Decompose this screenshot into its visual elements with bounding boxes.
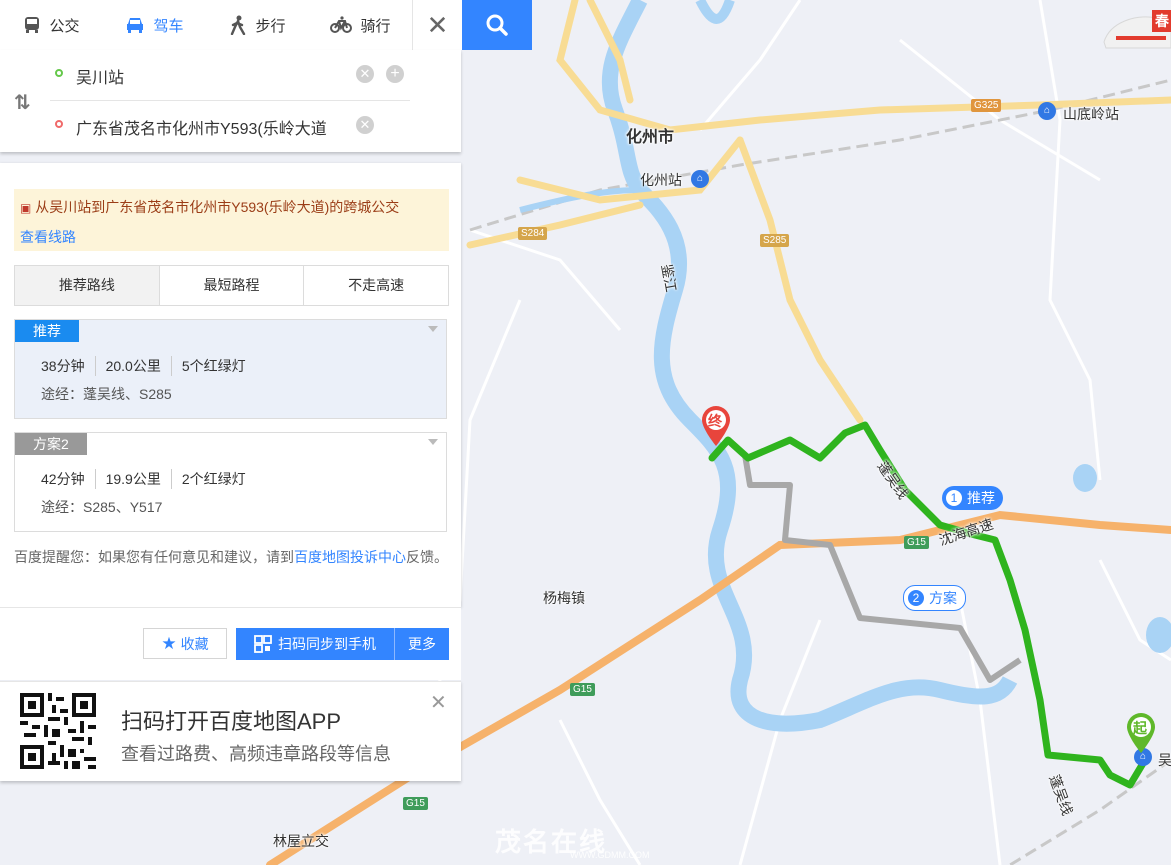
add-waypoint-icon[interactable]: +: [386, 65, 404, 83]
tab-drive[interactable]: 驾车: [103, 0, 206, 50]
plan-distance: 19.9公里: [94, 469, 171, 489]
view-route-link[interactable]: 查看线路: [20, 227, 76, 247]
route-badge-recommended[interactable]: 1 推荐: [942, 486, 1003, 510]
travel-mode-bar: 公交 驾车 步行 骑行: [0, 0, 412, 50]
walk-icon: [231, 15, 246, 35]
route-results-panel: ▣ 从吴川站到广东省茂名市化州市Y593(乐岭大道)的跨城公交 查看线路 推荐路…: [0, 163, 461, 607]
plan-time: 38分钟: [41, 358, 85, 374]
end-marker-label: 终: [708, 413, 722, 429]
close-icon: ✕: [426, 9, 449, 40]
tab-no-highway[interactable]: 不走高速: [304, 266, 448, 305]
map-label-city: 化州市: [626, 129, 675, 146]
road-shield-g15: G15: [403, 797, 428, 810]
tab-label: 驾车: [153, 17, 184, 35]
close-route-button[interactable]: ✕: [412, 0, 462, 50]
expand-caret-icon[interactable]: [428, 439, 438, 445]
route-plan-2[interactable]: 方案2 42分钟 19.9公里 2个红绿灯 途经：S285、Y517: [14, 432, 447, 532]
clear-start-icon[interactable]: ✕: [356, 65, 374, 83]
favorite-label: 收藏: [180, 635, 209, 652]
map-label-huazhou-station: 化州站: [640, 172, 682, 188]
start-dot-icon: [55, 69, 63, 77]
action-bar: ★ 收藏 扫码同步到手机 更多: [0, 607, 461, 680]
plan-time: 42分钟: [41, 471, 85, 487]
road-shield-s284: S284: [518, 227, 548, 240]
watermark-url: WWW.GDMM.COM: [570, 850, 650, 860]
route-badge-alt[interactable]: 2 方案: [903, 585, 966, 611]
app-promo-title: 扫码打开百度地图APP: [121, 709, 342, 734]
start-marker[interactable]: 起: [1125, 712, 1157, 754]
road-shield-g15: G15: [904, 536, 929, 549]
road-shield-s285: S285: [760, 234, 790, 247]
bus-icon: [25, 17, 40, 33]
route-badge-num: 2: [908, 590, 924, 606]
sync-label: 扫码同步到手机: [278, 636, 376, 652]
search-icon: [486, 14, 508, 36]
clear-end-icon[interactable]: ✕: [356, 116, 374, 134]
route-badge-num: 1: [946, 490, 962, 506]
complaint-center-link[interactable]: 百度地图投诉中心: [294, 549, 406, 565]
plan-lights: 2个红绿灯: [170, 469, 256, 489]
search-button[interactable]: [462, 0, 532, 50]
end-field[interactable]: 广东省茂名市化州市Y593(乐岭大道 ✕: [50, 101, 410, 151]
plan-stats: 42分钟 19.9公里 2个红绿灯: [41, 469, 256, 489]
route-badge-label: 推荐: [967, 490, 995, 506]
tip-suffix: 反馈。: [406, 549, 448, 565]
end-dot-icon: [55, 120, 63, 128]
tab-bus[interactable]: 公交: [0, 0, 103, 50]
cross-city-notice: ▣ 从吴川站到广东省茂名市化州市Y593(乐岭大道)的跨城公交 查看线路: [14, 189, 449, 251]
star-icon: ★: [161, 633, 177, 653]
more-button[interactable]: 更多: [394, 628, 449, 660]
start-marker-label: 起: [1133, 720, 1147, 736]
tab-recommended[interactable]: 推荐路线: [15, 266, 160, 305]
swap-direction-icon[interactable]: ⇅: [14, 90, 31, 115]
promo-text: 春: [1155, 13, 1169, 29]
tab-label: 骑行: [360, 17, 391, 35]
tab-label: 步行: [255, 17, 286, 35]
plan-distance: 20.0公里: [94, 356, 171, 376]
feedback-tip: 百度提醒您：如果您有任何意见和建议，请到百度地图投诉中心反馈。: [14, 546, 450, 568]
start-input[interactable]: 吴川站: [76, 64, 354, 88]
map-label-shandiling-station: 山底岭站: [1063, 106, 1119, 122]
route-inputs: ⇅ 吴川站 ✕ + 广东省茂名市化州市Y593(乐岭大道 ✕: [0, 50, 461, 152]
notice-line: ▣ 从吴川站到广东省茂名市化州市Y593(乐岭大道)的跨城公交: [20, 197, 399, 217]
expand-caret-icon[interactable]: [428, 326, 438, 332]
route-plan-1[interactable]: 推荐 38分钟 20.0公里 5个红绿灯 途经：蓬吴线、S285: [14, 319, 447, 419]
notice-text: 从吴川站到广东省茂名市化州市Y593(乐岭大道)的跨城公交: [35, 199, 400, 215]
close-icon[interactable]: ✕: [430, 690, 447, 715]
plan-stats: 38分钟 20.0公里 5个红绿灯: [41, 356, 256, 376]
car-icon: [127, 18, 144, 33]
route-badge-label: 方案: [929, 590, 957, 606]
tab-shortest[interactable]: 最短路程: [160, 266, 305, 305]
end-input[interactable]: 广东省茂名市化州市Y593(乐岭大道: [76, 115, 354, 139]
qr-scan-icon: [254, 635, 272, 653]
map-label-start-station: 吴: [1158, 752, 1171, 768]
sync-to-phone-button[interactable]: 扫码同步到手机: [236, 628, 394, 660]
end-marker[interactable]: 终: [700, 405, 732, 447]
app-download-card: 扫码打开百度地图APP 查看过路费、高频违章路段等信息 ✕: [0, 681, 461, 781]
app-promo-subtitle: 查看过路费、高频违章路段等信息: [121, 744, 391, 764]
road-shield-g15: G15: [570, 683, 595, 696]
qr-code[interactable]: [20, 693, 96, 769]
plan-tag: 推荐: [15, 320, 79, 342]
bus-icon: ▣: [20, 201, 32, 215]
route-option-tabs: 推荐路线 最短路程 不走高速: [14, 265, 449, 306]
tab-bike[interactable]: 骑行: [309, 0, 412, 50]
favorite-button[interactable]: ★ 收藏: [143, 628, 227, 659]
start-field[interactable]: 吴川站 ✕ +: [50, 50, 410, 101]
bike-icon: [330, 16, 353, 33]
tab-label: 公交: [49, 17, 80, 35]
map-label-yangmei: 杨梅镇: [543, 590, 585, 606]
plan-via: 途经：S285、Y517: [41, 499, 163, 515]
plan-tag: 方案2: [15, 433, 87, 455]
plan-via: 途经：蓬吴线、S285: [41, 386, 172, 402]
train-station-icon: ⌂: [1038, 102, 1056, 120]
train-station-icon: ⌂: [691, 170, 709, 188]
road-shield-g325: G325: [971, 99, 1002, 112]
promo-train-icon[interactable]: 春: [1096, 8, 1171, 54]
tab-walk[interactable]: 步行: [206, 0, 309, 50]
tip-prefix: 百度提醒您：如果您有任何意见和建议，请到: [14, 549, 294, 565]
map-label-linwu: 林屋立交: [273, 833, 329, 849]
plan-lights: 5个红绿灯: [170, 356, 256, 376]
